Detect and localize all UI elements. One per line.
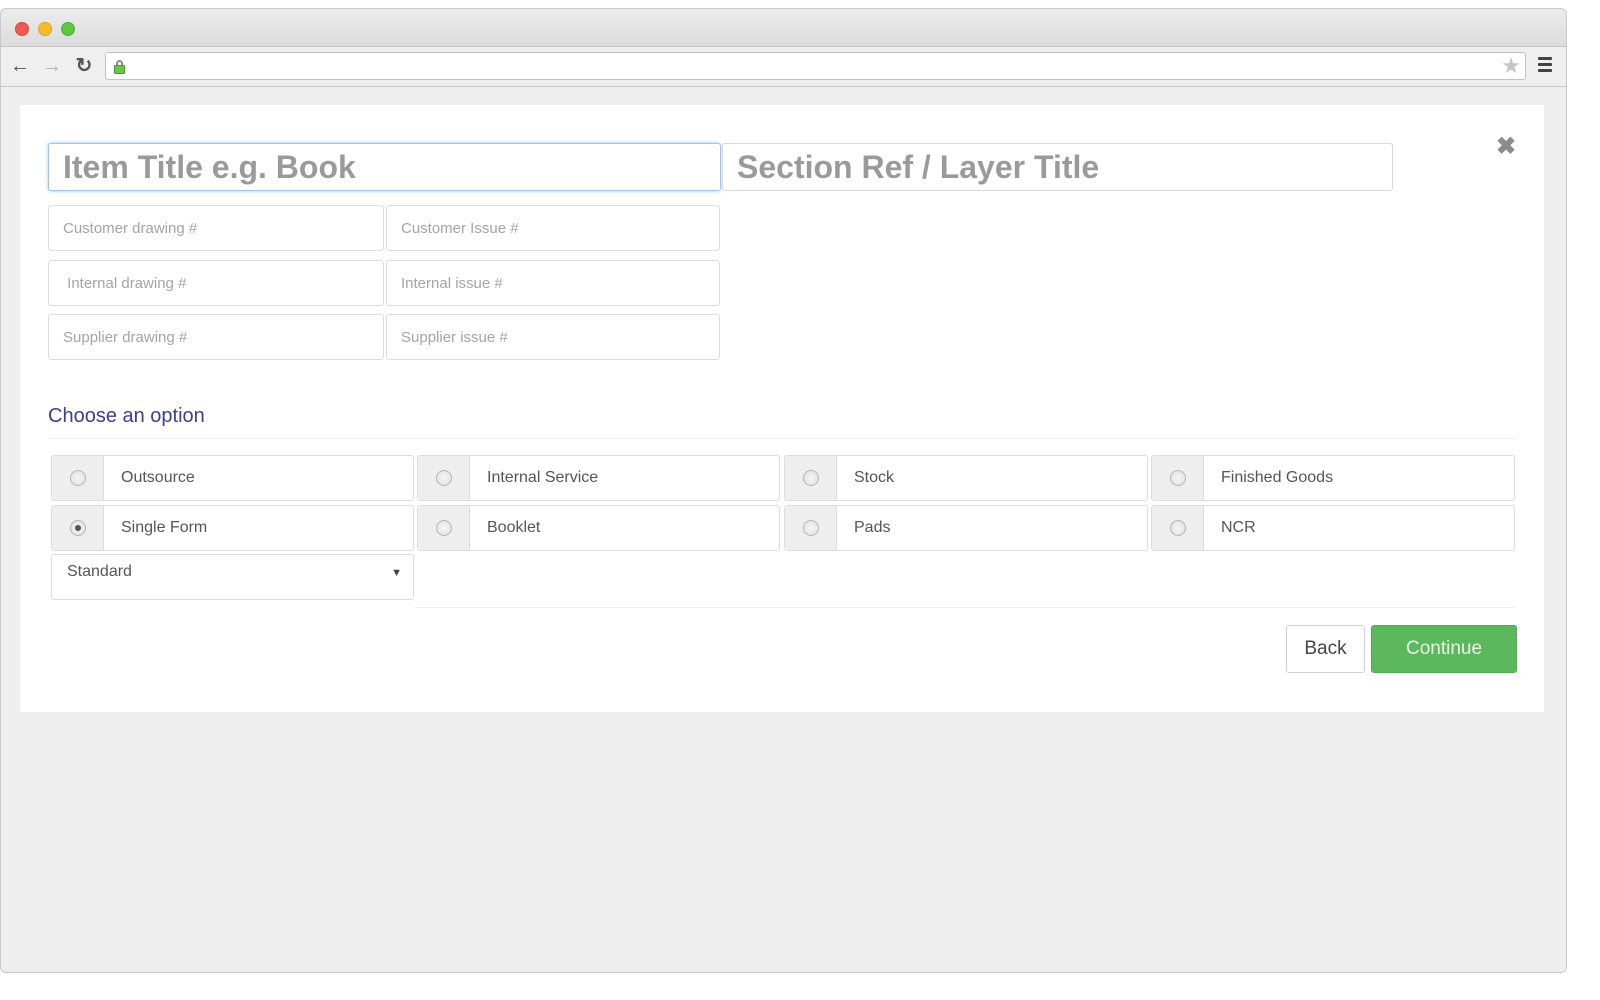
internal-drawing-input[interactable]: [48, 260, 384, 306]
form-type-select[interactable]: Standard ▼: [51, 554, 414, 600]
radio-icon[interactable]: [435, 520, 452, 536]
internal-issue-input[interactable]: [386, 260, 720, 306]
option-ncr[interactable]: NCR: [1151, 505, 1515, 551]
browser-toolbar: ← → ↻ ★: [1, 47, 1566, 87]
radio-icon[interactable]: [69, 470, 86, 486]
supplier-drawing-input[interactable]: [48, 314, 384, 360]
bookmark-star-icon[interactable]: ★: [1501, 53, 1521, 79]
option-booklet[interactable]: Booklet: [417, 505, 780, 551]
page-content: ✖ Choose an option Outsource Internal Se…: [1, 89, 1566, 972]
back-arrow-icon[interactable]: ←: [9, 55, 31, 77]
option-label: Booklet: [487, 519, 541, 536]
customer-drawing-input[interactable]: [48, 205, 384, 251]
minimize-window-button[interactable]: [38, 22, 52, 36]
section-heading: Choose an option: [48, 405, 205, 427]
option-label: NCR: [1221, 519, 1256, 536]
continue-button[interactable]: Continue: [1371, 625, 1517, 673]
chevron-down-icon: ▼: [391, 567, 402, 579]
option-label: Stock: [854, 469, 895, 486]
section-title-input[interactable]: [722, 143, 1393, 191]
option-label: Internal Service: [487, 469, 599, 486]
back-button[interactable]: Back: [1286, 625, 1365, 673]
browser-window: ← → ↻ ★ ✖ Choose an option: [0, 8, 1567, 973]
reload-icon[interactable]: ↻: [73, 55, 95, 77]
option-pads[interactable]: Pads: [784, 505, 1148, 551]
item-title-input[interactable]: [48, 143, 721, 191]
option-label: Single Form: [121, 519, 208, 536]
option-outsource[interactable]: Outsource: [51, 455, 414, 501]
forward-arrow-icon[interactable]: →: [41, 55, 63, 77]
option-finished-goods[interactable]: Finished Goods: [1151, 455, 1515, 501]
close-icon[interactable]: ✖: [1496, 135, 1516, 159]
radio-icon[interactable]: [1169, 520, 1186, 536]
select-value: Standard: [67, 563, 132, 580]
item-form-card: ✖ Choose an option Outsource Internal Se…: [20, 105, 1544, 712]
customer-issue-input[interactable]: [386, 205, 720, 251]
option-internal-service[interactable]: Internal Service: [417, 455, 780, 501]
option-stock[interactable]: Stock: [784, 455, 1148, 501]
radio-checked-icon[interactable]: [69, 520, 86, 536]
radio-icon[interactable]: [802, 520, 819, 536]
option-label: Outsource: [121, 469, 195, 486]
divider: [48, 438, 1516, 439]
supplier-issue-input[interactable]: [386, 314, 720, 360]
hamburger-menu-icon[interactable]: [1538, 57, 1552, 73]
option-label: Finished Goods: [1221, 469, 1334, 486]
radio-icon[interactable]: [802, 470, 819, 486]
option-single-form[interactable]: Single Form: [51, 505, 414, 551]
lock-icon: [114, 60, 125, 74]
divider: [415, 607, 1516, 608]
title-bar: [1, 9, 1566, 47]
close-window-button[interactable]: [15, 22, 29, 36]
radio-icon[interactable]: [435, 470, 452, 486]
radio-icon[interactable]: [1169, 470, 1186, 486]
address-bar[interactable]: ★: [105, 52, 1526, 80]
option-label: Pads: [854, 519, 891, 536]
maximize-window-button[interactable]: [61, 22, 75, 36]
